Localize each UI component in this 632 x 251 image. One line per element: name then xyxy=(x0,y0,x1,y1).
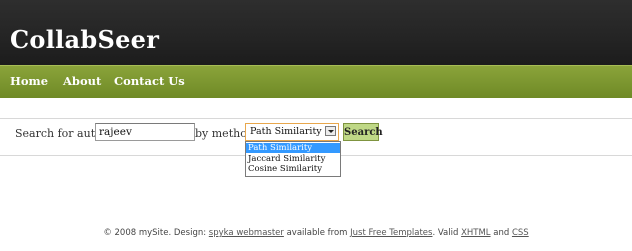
footer-templates-link[interactable]: Just Free Templates xyxy=(350,228,432,238)
footer-css-link[interactable]: CSS xyxy=(512,228,529,238)
site-footer: © 2008 mySite. Design: spyka webmaster a… xyxy=(0,228,632,238)
search-button[interactable]: Search xyxy=(343,123,383,141)
footer-copyright: © 2008 mySite. Design: xyxy=(103,228,207,238)
author-input[interactable] xyxy=(95,123,195,141)
method-select-value: Path Similarity xyxy=(250,126,322,137)
site-header: CollabSeer xyxy=(0,0,632,65)
main-nav: Home About Contact Us xyxy=(0,65,632,98)
footer-and-text: and xyxy=(493,228,510,238)
method-option-path[interactable]: Path Similarity xyxy=(246,143,340,153)
nav-about-link[interactable]: About xyxy=(63,74,101,88)
method-select[interactable]: Path Similarity xyxy=(245,123,339,141)
method-dropdown-list: Path Similarity Jaccard Similarity Cosin… xyxy=(245,141,341,177)
site-logo[interactable]: CollabSeer xyxy=(10,25,159,54)
nav-home-link[interactable]: Home xyxy=(10,74,48,88)
method-option-jaccard[interactable]: Jaccard Similarity xyxy=(246,154,340,164)
footer-xhtml-link[interactable]: XHTML xyxy=(461,228,490,238)
method-option-cosine[interactable]: Cosine Similarity xyxy=(246,164,340,174)
footer-designer-link[interactable]: spyka webmaster xyxy=(209,228,284,238)
footer-available-text: available from xyxy=(286,228,348,238)
chevron-down-icon[interactable] xyxy=(325,126,336,136)
nav-contact-link[interactable]: Contact Us xyxy=(114,74,185,88)
footer-valid-text: . Valid xyxy=(432,228,459,238)
